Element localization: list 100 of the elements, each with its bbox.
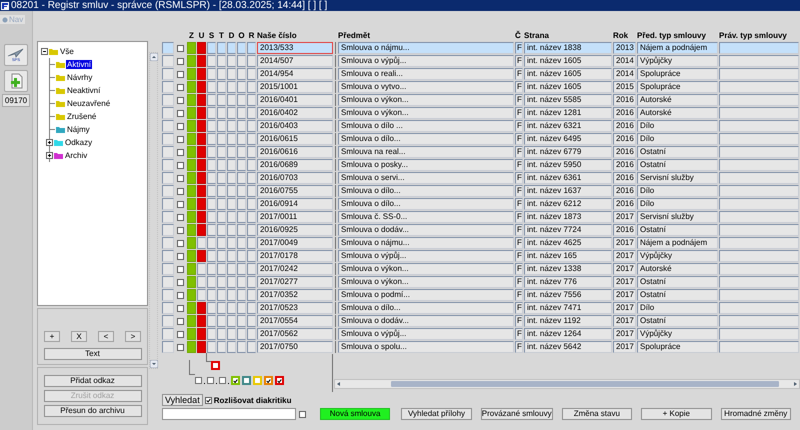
search-button[interactable]: Vyhledat <box>162 394 203 406</box>
row-selector[interactable] <box>162 211 174 223</box>
row-selector[interactable] <box>162 133 174 145</box>
scroll-down-icon[interactable] <box>150 360 158 368</box>
search-field[interactable] <box>162 408 296 420</box>
tree-item[interactable]: Aktivní <box>66 60 92 69</box>
tree-item[interactable]: Archiv <box>64 151 88 160</box>
vertical-scrollbar[interactable] <box>149 52 158 369</box>
diacritics-checkbox[interactable] <box>204 396 212 404</box>
scroll-right-icon[interactable] <box>792 381 798 387</box>
column-header[interactable]: Strana <box>524 30 612 41</box>
row-selector[interactable] <box>162 81 174 93</box>
row-selector[interactable] <box>162 328 174 340</box>
row-selector[interactable] <box>162 94 174 106</box>
tree-tool-button[interactable]: < <box>98 331 114 342</box>
row-checkbox[interactable] <box>177 44 184 52</box>
action-button[interactable]: Provázané smlouvy <box>480 408 553 420</box>
row-selector[interactable] <box>162 289 174 301</box>
add-document-button[interactable] <box>4 70 28 92</box>
legend-checkbox[interactable] <box>231 376 240 385</box>
action-button[interactable]: + Kopie <box>641 408 712 420</box>
row-checkbox[interactable] <box>177 226 184 234</box>
option-checkbox[interactable] <box>299 410 306 418</box>
tree-item[interactable]: Návrhy <box>66 73 94 82</box>
legend-checkbox[interactable] <box>219 377 226 384</box>
scroll-left-icon[interactable] <box>336 381 342 387</box>
row-selector[interactable] <box>162 276 174 288</box>
legend-checkbox[interactable] <box>242 376 251 385</box>
row-selector[interactable] <box>162 55 174 67</box>
table-cell: 2014 <box>613 55 636 67</box>
tree-tool-button[interactable]: X <box>71 331 87 342</box>
expand-icon[interactable] <box>46 139 53 146</box>
action-button[interactable]: Hromadné změny <box>720 408 791 420</box>
row-checkbox[interactable] <box>177 214 184 220</box>
text-button[interactable]: Text <box>44 348 142 360</box>
legend-checkbox[interactable] <box>211 361 220 370</box>
link-button[interactable]: Přidat odkaz <box>44 375 142 387</box>
tree-item[interactable]: Nájmy <box>66 125 91 134</box>
row-checkbox[interactable] <box>177 344 184 350</box>
scroll-up-icon[interactable] <box>150 53 158 61</box>
column-header[interactable]: Předmět <box>338 30 514 41</box>
row-selector[interactable] <box>162 237 174 249</box>
tree-item[interactable]: Neuzavřené <box>66 99 112 108</box>
row-selector[interactable] <box>162 146 174 158</box>
row-checkbox[interactable] <box>177 330 184 338</box>
legend-checkbox[interactable] <box>253 376 262 385</box>
collapse-icon[interactable] <box>41 48 48 55</box>
action-button[interactable]: Nová smlouva <box>320 408 390 420</box>
row-checkbox[interactable] <box>177 318 184 324</box>
column-header[interactable]: Před. typ smlouvy <box>637 30 718 41</box>
tree-item[interactable]: Zrušené <box>66 112 98 121</box>
row-checkbox[interactable] <box>177 252 184 260</box>
column-header[interactable]: Práv. typ smlouvy <box>719 30 799 41</box>
legend-checkbox[interactable] <box>275 376 284 385</box>
row-checkbox[interactable] <box>177 148 184 156</box>
column-header[interactable]: Naše číslo <box>257 30 333 41</box>
row-checkbox[interactable] <box>177 304 184 312</box>
row-checkbox[interactable] <box>177 240 184 246</box>
legend-checkbox[interactable] <box>264 376 273 385</box>
row-checkbox[interactable] <box>177 278 184 286</box>
row-selector[interactable] <box>162 185 174 197</box>
row-checkbox[interactable] <box>177 96 184 104</box>
column-header[interactable]: Rok <box>613 30 636 41</box>
row-checkbox[interactable] <box>177 136 184 142</box>
row-checkbox[interactable] <box>177 58 184 64</box>
row-checkbox[interactable] <box>177 122 184 130</box>
row-checkbox[interactable] <box>177 70 184 78</box>
row-selector[interactable] <box>162 302 174 314</box>
row-checkbox[interactable] <box>177 174 184 182</box>
tree-tool-button[interactable]: > <box>125 331 141 342</box>
row-checkbox[interactable] <box>177 292 184 298</box>
tree-item[interactable]: Neaktivní <box>66 86 102 95</box>
tree-item[interactable]: Vše <box>59 47 75 56</box>
horizontal-scrollbar[interactable] <box>334 379 800 389</box>
legend-checkbox[interactable] <box>195 377 202 384</box>
action-button[interactable]: Vyhledat přílohy <box>401 408 472 420</box>
link-button[interactable]: Přesun do archivu <box>44 405 142 417</box>
row-selector[interactable] <box>162 120 174 132</box>
row-selector[interactable] <box>162 107 174 119</box>
row-selector[interactable] <box>162 315 174 327</box>
row-checkbox[interactable] <box>177 266 184 272</box>
row-checkbox[interactable] <box>177 188 184 194</box>
tree-tool-button[interactable]: + <box>44 331 60 342</box>
row-checkbox[interactable] <box>177 200 184 208</box>
column-header[interactable]: Č <box>515 30 523 41</box>
row-selector[interactable] <box>162 250 174 262</box>
tree-item[interactable]: Odkazy <box>64 138 94 147</box>
row-selector[interactable] <box>162 263 174 275</box>
row-checkbox[interactable] <box>177 84 184 90</box>
action-button[interactable]: Změna stavu <box>562 408 632 420</box>
row-selector[interactable] <box>162 341 174 353</box>
row-checkbox[interactable] <box>177 110 184 116</box>
row-selector[interactable] <box>162 159 174 171</box>
row-selector[interactable] <box>162 224 174 236</box>
row-selector[interactable] <box>162 172 174 184</box>
row-selector[interactable] <box>162 68 174 80</box>
row-selector[interactable] <box>162 198 174 210</box>
legend-checkbox[interactable] <box>207 377 214 384</box>
expand-icon[interactable] <box>46 152 53 159</box>
row-checkbox[interactable] <box>177 162 184 168</box>
